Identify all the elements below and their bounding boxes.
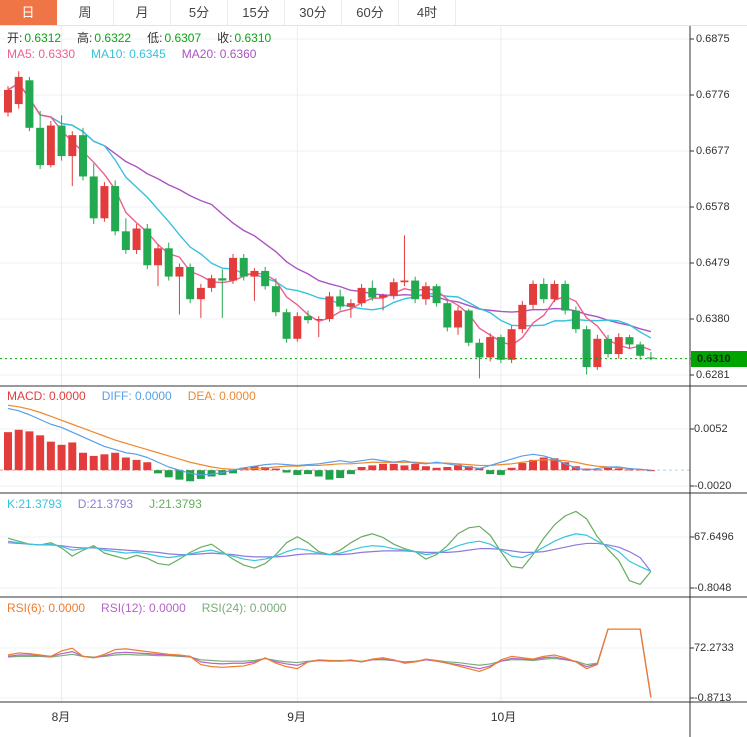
kdj-axis-label: 67.6496 xyxy=(694,531,734,543)
tab-日[interactable]: 日 xyxy=(0,0,57,25)
tab-周[interactable]: 周 xyxy=(57,0,114,25)
macd-legend: MACD: 0.0000 DIFF: 0.0000 DEA: 0.0000 xyxy=(7,389,272,403)
ohlc-value: 0.6310 xyxy=(234,31,272,45)
rsi-legend: RSI(6): 0.0000 RSI(12): 0.0000 RSI(24): 0.… xyxy=(7,601,302,615)
tab-4时[interactable]: 4时 xyxy=(399,0,456,25)
legend-item: D:21.3793 xyxy=(77,497,134,511)
price-axis-label: 0.6281 xyxy=(696,369,730,381)
price-axis-label: 0.6479 xyxy=(696,257,730,269)
rsi-axis-label: -0.8713 xyxy=(694,692,732,704)
ohlc-value: 0.6307 xyxy=(164,31,202,45)
price-axis-label: 0.6776 xyxy=(696,89,730,101)
tab-60分[interactable]: 60分 xyxy=(342,0,399,25)
ohlc-label: 高: xyxy=(77,31,93,45)
macd-axis-label: -0.0020 xyxy=(694,480,732,492)
tab-月[interactable]: 月 xyxy=(114,0,171,25)
macd-axis-label: 0.0052 xyxy=(694,423,728,435)
legend-item: RSI(24): 0.0000 xyxy=(201,601,287,615)
ohlc-value: 0.6312 xyxy=(24,31,62,45)
x-axis-month-label: 9月 xyxy=(287,710,306,724)
legend-item: K:21.3793 xyxy=(7,497,62,511)
legend-item: DEA: 0.0000 xyxy=(187,389,256,403)
ohlc-value: 0.6322 xyxy=(94,31,132,45)
legend-item: MA10: 0.6345 xyxy=(91,47,166,61)
rsi-axis-label: 72.2733 xyxy=(694,642,734,654)
x-axis-month-label: 10月 xyxy=(490,710,517,724)
legend-item: MACD: 0.0000 xyxy=(7,389,86,403)
legend-item: J:21.3793 xyxy=(149,497,202,511)
current-price-badge: 0.6310 xyxy=(691,350,747,367)
ohlc-label: 收: xyxy=(217,31,233,45)
legend-item: MA20: 0.6360 xyxy=(181,47,257,61)
legend-item: DIFF: 0.0000 xyxy=(101,389,172,403)
kdj-legend: K:21.3793 D:21.3793 J:21.3793 xyxy=(7,497,218,511)
price-axis-label: 0.6578 xyxy=(696,201,730,213)
ohlc-legend: 开: 0.6312 高: 0.6322 低: 0.6307 收: 0.6310 xyxy=(7,29,287,46)
tab-15分[interactable]: 15分 xyxy=(228,0,285,25)
kdj-axis-label: -0.8048 xyxy=(694,582,732,594)
ohlc-label: 低: xyxy=(147,31,163,45)
price-axis-label: 0.6875 xyxy=(696,33,730,45)
tab-5分[interactable]: 5分 xyxy=(171,0,228,25)
legend-item: MA5: 0.6330 xyxy=(7,47,76,61)
ohlc-label: 开: xyxy=(7,31,23,45)
ma-legend: MA5: 0.6330 MA10: 0.6345 MA20: 0.6360 xyxy=(7,47,272,61)
legend-item: RSI(12): 0.0000 xyxy=(101,601,186,615)
period-tabbar: 日周月 5分 15分 30分 60分 4时 xyxy=(0,0,747,26)
price-axis-label: 0.6380 xyxy=(696,313,730,325)
price-axis-label: 0.6677 xyxy=(696,145,730,157)
main-candlestick-panel[interactable] xyxy=(0,25,690,386)
legend-item: RSI(6): 0.0000 xyxy=(7,601,86,615)
tab-30分[interactable]: 30分 xyxy=(285,0,342,25)
x-axis-month-label: 8月 xyxy=(51,710,71,724)
